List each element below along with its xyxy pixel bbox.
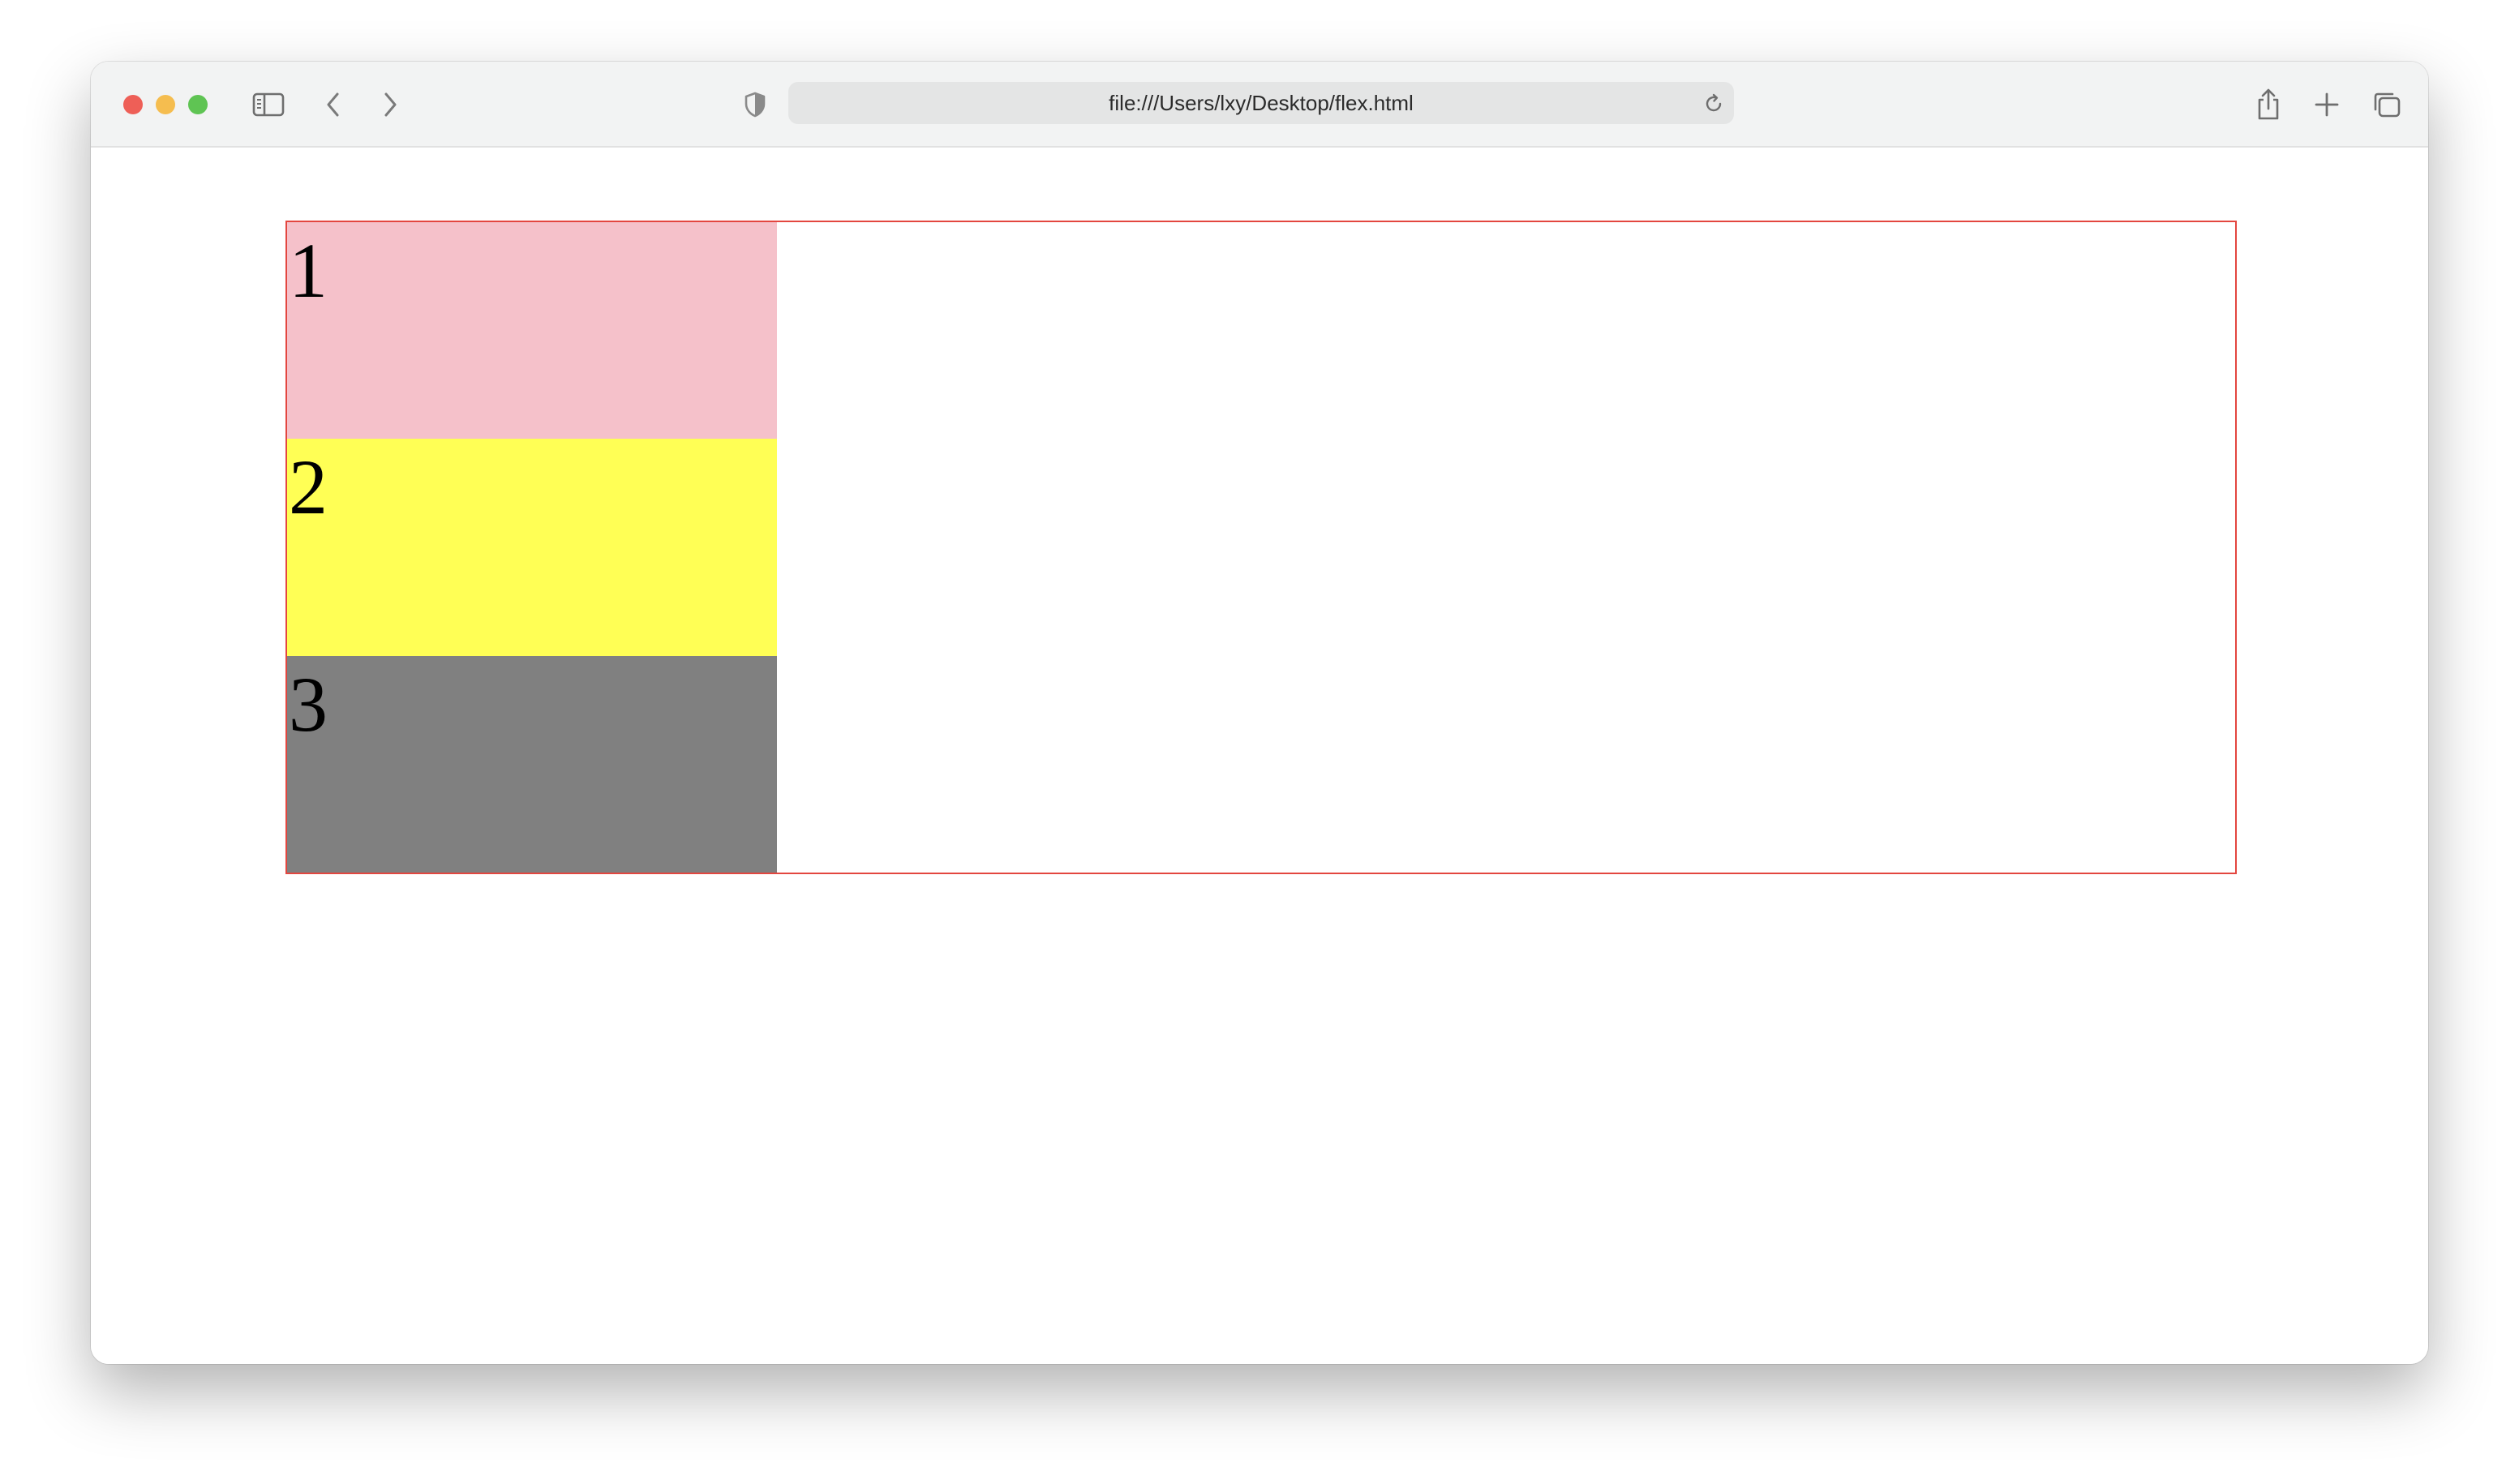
flex-item-2: 2 [287,439,777,656]
maximize-window-button[interactable] [188,95,208,114]
flex-item-1: 1 [287,222,777,440]
chevron-right-icon[interactable] [370,83,410,127]
browser-toolbar: file:///Users/lxy/Desktop/flex.html [91,62,2428,148]
reload-icon[interactable] [1702,92,1726,116]
tab-overview-icon[interactable] [2367,83,2407,127]
page-content: 1 2 3 [91,148,2428,1364]
shield-icon[interactable] [735,83,775,127]
close-window-button[interactable] [123,95,143,114]
browser-window: file:///Users/lxy/Desktop/flex.html 1 2 … [91,62,2428,1364]
address-bar[interactable]: file:///Users/lxy/Desktop/flex.html [788,82,1734,124]
plus-icon[interactable] [2307,83,2347,127]
url-text: file:///Users/lxy/Desktop/flex.html [1109,91,1414,115]
sidebar-icon[interactable] [248,83,289,127]
flex-container: 1 2 3 [285,221,2237,874]
minimize-window-button[interactable] [156,95,175,114]
flex-item-3: 3 [287,655,777,873]
share-icon[interactable] [2248,83,2289,127]
chevron-left-icon[interactable] [313,83,354,127]
